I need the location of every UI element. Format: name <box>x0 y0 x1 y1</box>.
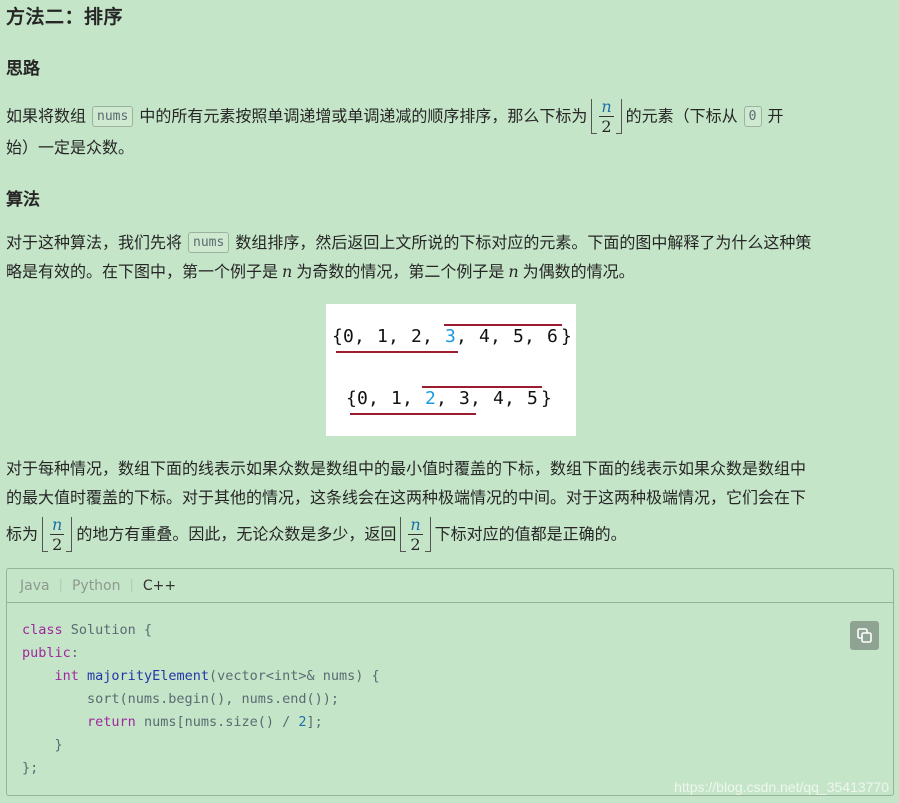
frac-numerator: n <box>599 97 614 117</box>
row2-comma: , <box>368 388 379 409</box>
code-content: class Solution { public: int majorityEle… <box>22 622 380 776</box>
idea-text: 中的所有元素按照单调递增或单调递减的顺序排序，那么下标为 <box>139 106 588 126</box>
frac-denominator: 2 <box>601 117 612 136</box>
row1-element: 0 <box>343 326 354 347</box>
page-title: 方法二：排序 <box>6 6 124 28</box>
row2-comma: , <box>402 388 413 409</box>
idea-text: 始）一定是众数。 <box>6 138 135 157</box>
row1-comma: , <box>422 326 433 347</box>
explain-text: 下标对应的值都是正确的。 <box>434 524 627 544</box>
algo-text: 对于这种算法，我们先将 <box>6 233 183 252</box>
row1-comma: , <box>388 326 399 347</box>
row1-comma: , <box>456 326 467 347</box>
row1-element: 5 <box>513 326 524 347</box>
row1-element: 6 <box>547 326 558 347</box>
row2-comma: , <box>436 388 447 409</box>
algo-text: 略是有效的。在下图中，第一个例子是 <box>6 262 279 281</box>
solution-page: 方法二：排序 思路 如果将数组 nums 中的所有元素按照单调递增或单调递减的顺序排… <box>0 0 899 803</box>
explain-text: 的地方有重叠。因此，无论众数是多少，返回 <box>76 524 397 544</box>
tab-cpp[interactable]: C++ <box>143 578 176 594</box>
row1-element: 4 <box>479 326 490 347</box>
floor-n-over-2: n2 <box>41 516 73 554</box>
row1-comma: , <box>354 326 365 347</box>
algo-text: 数组排序，然后返回上文所说的下标对应的元素。下面的图中解释了为什么这种策 <box>235 233 812 252</box>
explain-text: 对于每种情况，数组下面的线表示如果众数是数组中的最小值时覆盖的下标，数组下面的线… <box>6 459 807 478</box>
figure-svg: {0, 1, 2, 3, 4, 5, 6} {0, 1, 2, 3, 4, 5} <box>332 324 572 415</box>
frac-denominator: 2 <box>410 535 421 554</box>
explain-paragraph: 对于每种情况，数组下面的线表示如果众数是数组中的最小值时覆盖的下标，数组下面的线… <box>6 454 894 554</box>
inline-code-nums: nums <box>188 232 230 253</box>
tab-separator: | <box>129 578 134 593</box>
row2-element: 5 <box>527 388 538 409</box>
math-var-n: n <box>282 262 293 281</box>
idea-paragraph: 如果将数组 nums 中的所有元素按照单调递增或单调递减的顺序排序，那么下标为 n 2 的… <box>6 98 894 162</box>
tab-separator: | <box>58 578 63 593</box>
idea-heading: 思路 <box>6 59 40 79</box>
tab-python[interactable]: Python <box>72 578 121 594</box>
figure-row-odd: {0, 1, 2, 3, 4, 5, 6} <box>332 324 572 353</box>
idea-text: 如果将数组 <box>6 106 87 126</box>
frac-numerator: n <box>408 515 423 535</box>
inline-code-nums: nums <box>92 105 134 127</box>
watermark: https://blog.csdn.net/qq_35413770 <box>674 779 889 795</box>
row1-open-brace: { <box>332 326 343 347</box>
row1-element: 1 <box>377 326 388 347</box>
code-block: Java | Python | C++ class Solution { pub… <box>6 568 894 796</box>
row2-element: 4 <box>493 388 504 409</box>
explain-text: 标为 <box>6 524 39 544</box>
sorted-array-figure: {0, 1, 2, 3, 4, 5, 6} {0, 1, 2, 3, 4, 5} <box>326 304 576 436</box>
algo-paragraph: 对于这种算法，我们先将 nums 数组排序，然后返回上文所说的下标对应的元素。下面的… <box>6 228 894 286</box>
algo-text: 为奇数的情况，第二个例子是 <box>296 262 505 281</box>
algo-text: 为偶数的情况。 <box>522 262 635 281</box>
row2-comma: , <box>470 388 481 409</box>
math-var-n: n <box>508 262 519 281</box>
explain-text: 的最大值时覆盖的下标。对于其他的情况，这条线会在这两种极端情况的中间。对于这两种… <box>6 488 807 507</box>
row2-close-brace: } <box>541 388 552 409</box>
inline-code-zero: 0 <box>743 105 762 127</box>
row1-comma: , <box>524 326 535 347</box>
row2-comma: , <box>504 388 515 409</box>
frac-denominator: 2 <box>52 535 63 554</box>
floor-n-over-2: n2 <box>399 516 431 554</box>
row1-close-brace: } <box>561 326 572 347</box>
copy-icon <box>857 628 872 643</box>
row1-comma: , <box>490 326 501 347</box>
floor-n-over-2: n2 <box>590 98 622 136</box>
row2-element: 1 <box>391 388 402 409</box>
copy-button[interactable] <box>850 621 879 650</box>
idea-text: 的元素（下标从 <box>625 106 738 126</box>
algo-heading: 算法 <box>6 190 40 210</box>
row2-element: 2 <box>425 388 436 409</box>
row2-element: 3 <box>459 388 470 409</box>
frac-numerator: n <box>50 515 65 535</box>
row2-element: 0 <box>357 388 368 409</box>
tab-java[interactable]: Java <box>20 578 50 594</box>
figure-row-even: {0, 1, 2, 3, 4, 5} <box>346 386 552 415</box>
language-tabs: Java | Python | C++ <box>7 569 893 603</box>
row2-open-brace: { <box>346 388 357 409</box>
idea-text: 开 <box>767 106 784 126</box>
row1-element: 3 <box>445 326 456 347</box>
row1-element: 2 <box>411 326 422 347</box>
